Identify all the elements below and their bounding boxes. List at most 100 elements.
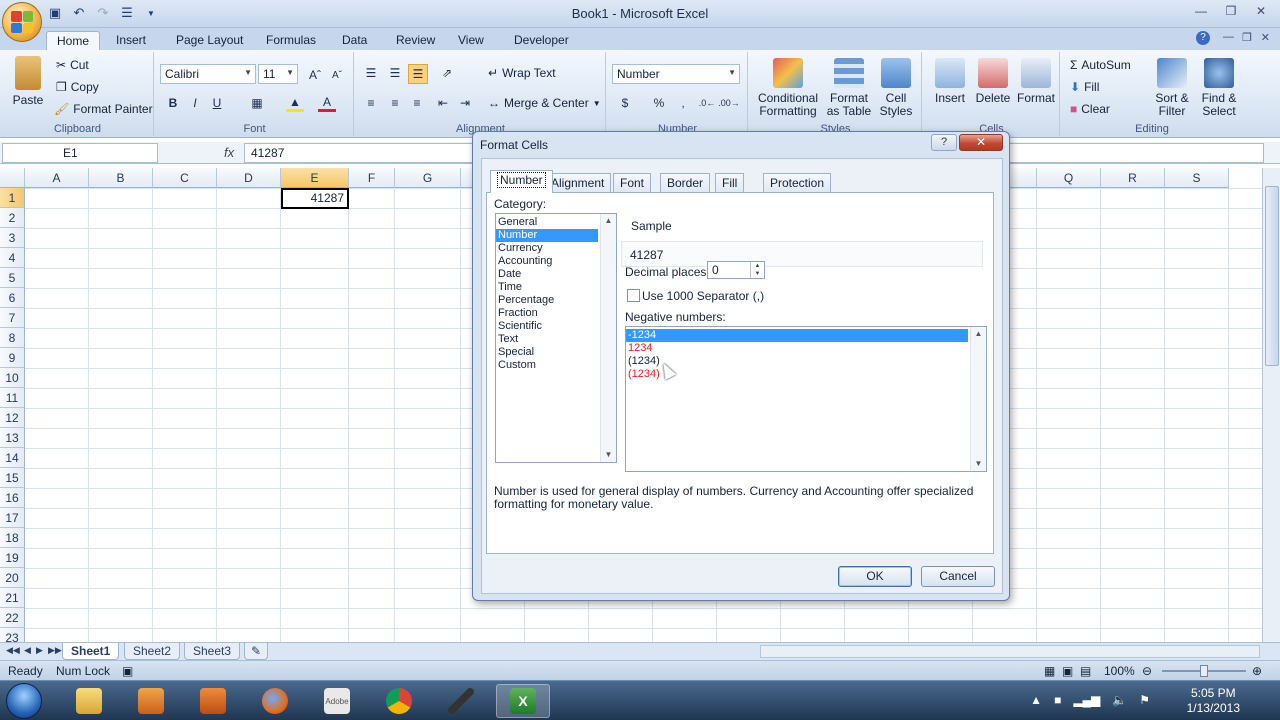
tab-developer[interactable]: Developer [504,31,579,50]
row-header-8[interactable]: 8 [0,328,25,348]
comma-button[interactable]: , [674,94,692,112]
row-header-7[interactable]: 7 [0,308,25,328]
wrap-text-button[interactable]: ↵ Wrap Text [488,66,556,80]
scroll-down-icon[interactable]: ▼ [971,457,986,471]
dialog-help-button[interactable]: ? [931,134,957,151]
format-cells-button[interactable]: Format [1014,58,1058,105]
start-button[interactable] [6,683,42,719]
sheet-tab-1[interactable]: Sheet1 [62,643,120,660]
ok-button[interactable]: OK [838,566,912,587]
minimize-button[interactable]: — [1188,2,1214,20]
fill-color-button[interactable]: ▲ [286,94,304,112]
row-header-19[interactable]: 19 [0,548,25,568]
top-align-button[interactable]: ☰ [362,64,380,82]
row-header-4[interactable]: 4 [0,248,25,268]
zoom-in-icon[interactable]: ⊕ [1252,664,1262,678]
vertical-scrollbar[interactable] [1262,168,1280,642]
spinner-arrows-icon[interactable]: ▲ ▼ [750,262,764,278]
italic-button[interactable]: I [186,94,204,112]
fill-button[interactable]: ⬇ Fill [1070,80,1099,94]
clock[interactable]: 5:05 PM 1/13/2013 [1187,686,1240,716]
thousands-separator-label[interactable]: Use 1000 Separator (,) [642,289,764,303]
row-header-20[interactable]: 20 [0,568,25,588]
negative-option-parentheses[interactable]: (1234) [626,355,986,368]
align-center-button[interactable]: ≡ [386,94,404,112]
cell-styles-button[interactable]: Cell Styles [876,58,916,118]
zoom-level[interactable]: 100% [1104,664,1135,678]
tab-formulas[interactable]: Formulas [256,31,326,50]
decrease-decimal-button[interactable]: .00→ [718,94,740,112]
adobe-taskbar-button[interactable]: Adobe [310,684,364,718]
signal-icon[interactable]: ▂▄▆ [1073,693,1100,707]
increase-decimal-button[interactable]: .0← [698,94,716,112]
sheet-tab-2[interactable]: Sheet2 [124,643,181,660]
category-item-fraction[interactable]: Fraction [496,307,616,320]
paste-button[interactable]: Paste [8,56,48,107]
row-header-18[interactable]: 18 [0,528,25,548]
category-list[interactable]: General Number Currency Accounting Date Time P… [495,213,617,463]
app-taskbar-button[interactable] [186,684,240,718]
row-header-1[interactable]: 1 [0,188,25,208]
row-header-3[interactable]: 3 [0,228,25,248]
negative-scrollbar[interactable]: ▲ ▼ [970,327,986,471]
scroll-up-icon[interactable]: ▲ [601,214,616,228]
category-item-accounting[interactable]: Accounting [496,255,616,268]
category-item-text[interactable]: Text [496,333,616,346]
scroll-down-icon[interactable]: ▼ [601,448,616,462]
currency-button[interactable]: $ [616,94,634,112]
page-break-view-icon[interactable]: ▤ [1080,664,1091,678]
action-center-icon[interactable]: ⚑ [1139,693,1150,707]
scroll-up-icon[interactable]: ▲ [971,327,986,341]
cut-button[interactable]: ✂ Cut [56,58,89,72]
restore-button[interactable]: ❐ [1218,2,1244,20]
negative-option-red-parentheses[interactable]: (1234) [626,368,986,381]
sort-filter-button[interactable]: Sort & Filter [1150,58,1194,118]
dialog-tab-border[interactable]: Border [660,173,711,193]
column-header-c[interactable]: C [153,168,217,188]
pen-taskbar-button[interactable] [434,684,488,718]
column-header-q[interactable]: Q [1037,168,1101,188]
category-item-time[interactable]: Time [496,281,616,294]
dialog-tab-number[interactable]: Number [490,170,553,193]
category-item-scientific[interactable]: Scientific [496,320,616,333]
column-header-b[interactable]: B [89,168,153,188]
find-select-button[interactable]: Find & Select [1196,58,1242,118]
align-right-button[interactable]: ≡ [408,94,426,112]
row-header-11[interactable]: 11 [0,388,25,408]
category-item-percentage[interactable]: Percentage [496,294,616,307]
orientation-button[interactable]: ⇗ [438,64,456,82]
row-header-21[interactable]: 21 [0,588,25,608]
row-header-22[interactable]: 22 [0,608,25,628]
negative-option-red[interactable]: 1234 [626,342,986,355]
thousands-separator-checkbox[interactable] [627,289,640,302]
column-header-g[interactable]: G [395,168,461,188]
column-header-d[interactable]: D [217,168,281,188]
chrome-taskbar-button[interactable] [372,684,426,718]
category-item-date[interactable]: Date [496,268,616,281]
tab-view[interactable]: View [448,31,494,50]
dialog-tab-fill[interactable]: Fill [715,173,745,193]
macro-record-icon[interactable]: ▣ [122,664,133,678]
row-header-17[interactable]: 17 [0,508,25,528]
tab-review[interactable]: Review [386,31,445,50]
negative-numbers-list[interactable]: -1234 1234 (1234) (1234) ▲ ▼ [625,326,987,472]
category-item-number[interactable]: Number [496,229,598,242]
insert-function-button[interactable]: fx [224,145,234,160]
row-header-14[interactable]: 14 [0,448,25,468]
decimal-places-spinner[interactable]: 0 ▲ ▼ [707,261,765,279]
select-all-corner[interactable] [0,168,25,188]
row-header-10[interactable]: 10 [0,368,25,388]
number-format-dropdown[interactable]: Number ▼ [612,64,740,84]
bottom-align-button[interactable]: ☰ [408,64,428,84]
align-left-button[interactable]: ≡ [362,94,380,112]
office-button[interactable] [2,2,42,42]
borders-button[interactable]: ▦ [248,94,266,112]
tray-expand-icon[interactable]: ▲ [1030,693,1042,707]
font-size-dropdown[interactable]: 11 ▼ [258,64,298,84]
row-header-16[interactable]: 16 [0,488,25,508]
format-painter-button[interactable]: 🖌 Format Painter [54,102,153,116]
negative-option-minus[interactable]: -1234 [626,329,968,342]
media-player-taskbar-button[interactable] [124,684,178,718]
first-sheet-icon[interactable]: ◀◀ [6,645,20,656]
clear-button[interactable]: ■ Clear [1070,102,1110,116]
